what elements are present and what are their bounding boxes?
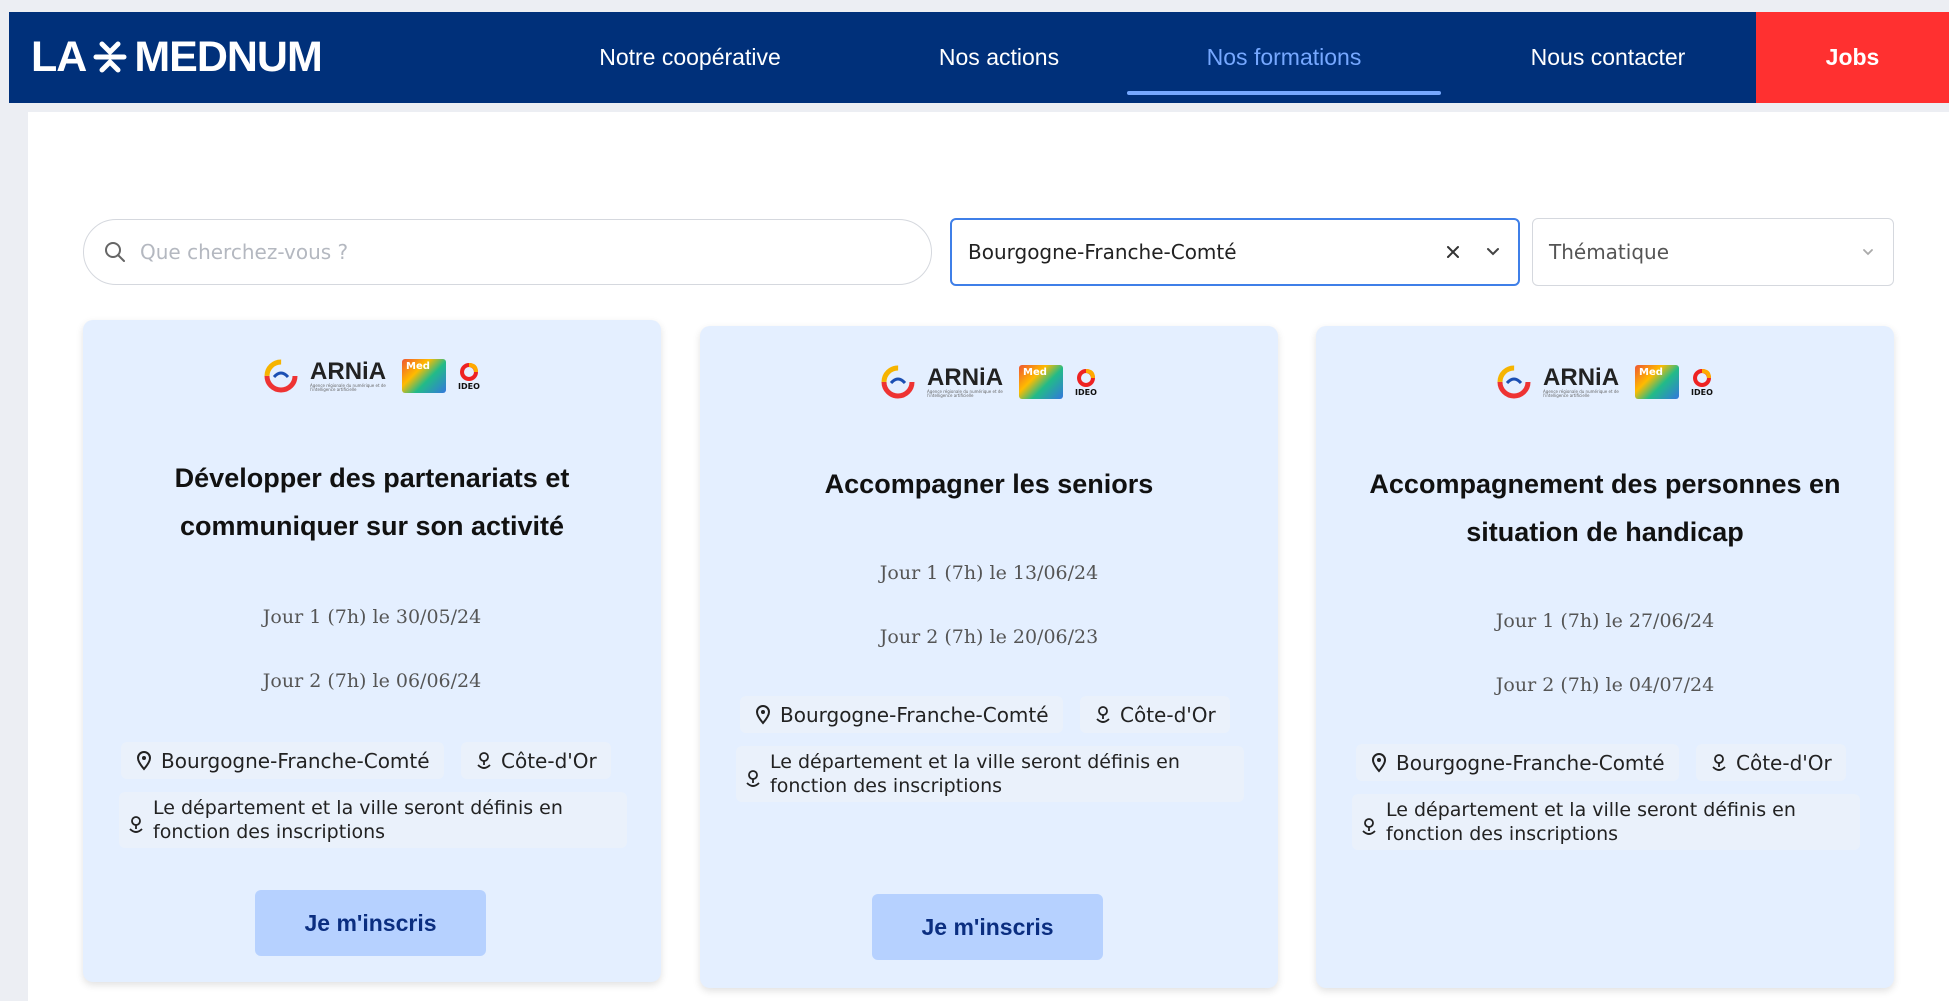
- ideo-logo: IDEO: [1691, 368, 1713, 397]
- card-title: Accompagnement des personnes en situatio…: [1369, 469, 1841, 547]
- map-marker-icon: [746, 770, 760, 787]
- region-tag: Bourgogne-Franche-Comté: [121, 742, 444, 779]
- map-marker-icon: [129, 816, 143, 833]
- chevron-down-icon[interactable]: [1478, 237, 1508, 267]
- ideo-drop-icon: [1076, 368, 1095, 387]
- logo-text-right: MEDNUM: [134, 32, 322, 81]
- location-pin-icon: [755, 704, 771, 725]
- training-card: ARNiA Agence régionale du numérique et d…: [83, 320, 661, 982]
- theme-select-value: Thématique: [1549, 240, 1670, 264]
- ideo-drop-icon: [459, 362, 478, 381]
- ideo-drop-icon: [1692, 368, 1711, 387]
- training-card: ARNiA Agence régionale du numérique et d…: [1316, 326, 1894, 988]
- nav-jobs-button[interactable]: Jobs: [1756, 12, 1949, 103]
- theme-select[interactable]: Thématique: [1532, 218, 1894, 286]
- med-logo: Med: [1019, 365, 1064, 399]
- arnia-wordmark: ARNiA Agence régionale du numérique et d…: [1543, 364, 1620, 398]
- card-day-2: Jour 2 (7h) le 04/07/24: [1495, 674, 1715, 696]
- training-card: ARNiA Agence régionale du numérique et d…: [700, 326, 1278, 988]
- search-box[interactable]: [83, 219, 932, 285]
- arnia-logo-icon: [264, 359, 298, 393]
- arnia-wordmark: ARNiA Agence régionale du numérique et d…: [310, 358, 387, 392]
- ideo-logo: IDEO: [1075, 368, 1097, 397]
- card-day-2: Jour 2 (7h) le 06/06/24: [262, 670, 482, 692]
- map-marker-icon: [1712, 753, 1726, 771]
- logo-asterisk-icon: [93, 41, 127, 73]
- location-notice: Le département et la ville seront défini…: [736, 746, 1244, 802]
- search-icon: [105, 242, 125, 262]
- map-marker-icon: [1362, 818, 1376, 835]
- card-title: Développer des partenariats et communiqu…: [174, 463, 570, 541]
- arnia-logo-icon: [1497, 365, 1531, 399]
- card-day-2: Jour 2 (7h) le 20/06/23: [879, 626, 1099, 648]
- location-pin-icon: [1371, 752, 1387, 773]
- department-tag: Côte-d'Or: [461, 742, 611, 779]
- nav-nos-formations[interactable]: Nos formations: [1127, 12, 1441, 103]
- ideo-logo: IDEO: [458, 362, 480, 391]
- card-day-1: Jour 1 (7h) le 13/06/24: [879, 562, 1099, 584]
- med-logo: Med: [1635, 365, 1680, 399]
- register-button[interactable]: Je m'inscris: [872, 894, 1103, 960]
- arnia-logo-icon: [881, 365, 915, 399]
- logo-text-left: LA: [31, 32, 87, 81]
- partner-logos: ARNiA Agence régionale du numérique et d…: [83, 354, 661, 398]
- partner-logos: ARNiA Agence régionale du numérique et d…: [700, 360, 1278, 404]
- card-day-1: Jour 1 (7h) le 30/05/24: [262, 606, 482, 628]
- chevron-down-icon[interactable]: [1853, 237, 1883, 267]
- clear-icon[interactable]: [1438, 237, 1468, 267]
- register-button[interactable]: Je m'inscris: [255, 890, 486, 956]
- card-title: Accompagner les seniors: [824, 469, 1154, 499]
- region-select[interactable]: Bourgogne-Franche-Comté: [950, 218, 1520, 286]
- department-tag: Côte-d'Or: [1696, 744, 1846, 781]
- card-day-1: Jour 1 (7h) le 27/06/24: [1495, 610, 1715, 632]
- partner-logos: ARNiA Agence régionale du numérique et d…: [1316, 360, 1894, 404]
- region-select-value: Bourgogne-Franche-Comté: [968, 240, 1237, 264]
- site-logo[interactable]: LA MEDNUM: [31, 32, 323, 82]
- arnia-wordmark: ARNiA Agence régionale du numérique et d…: [927, 364, 1004, 398]
- location-pin-icon: [136, 750, 152, 771]
- nav-nous-contacter[interactable]: Nous contacter: [1464, 12, 1752, 103]
- nav-notre-cooperative[interactable]: Notre coopérative: [523, 12, 857, 103]
- region-tag: Bourgogne-Franche-Comté: [740, 696, 1063, 733]
- top-navbar: LA MEDNUM Notre coopérative Nos actions …: [9, 12, 1949, 103]
- nav-nos-actions[interactable]: Nos actions: [889, 12, 1109, 103]
- map-marker-icon: [1096, 705, 1110, 723]
- location-notice: Le département et la ville seront défini…: [1352, 794, 1860, 850]
- map-marker-icon: [477, 751, 491, 769]
- location-notice: Le département et la ville seront défini…: [119, 792, 627, 848]
- search-input[interactable]: [140, 240, 900, 264]
- med-logo: Med: [402, 359, 447, 393]
- department-tag: Côte-d'Or: [1080, 696, 1230, 733]
- region-tag: Bourgogne-Franche-Comté: [1356, 744, 1679, 781]
